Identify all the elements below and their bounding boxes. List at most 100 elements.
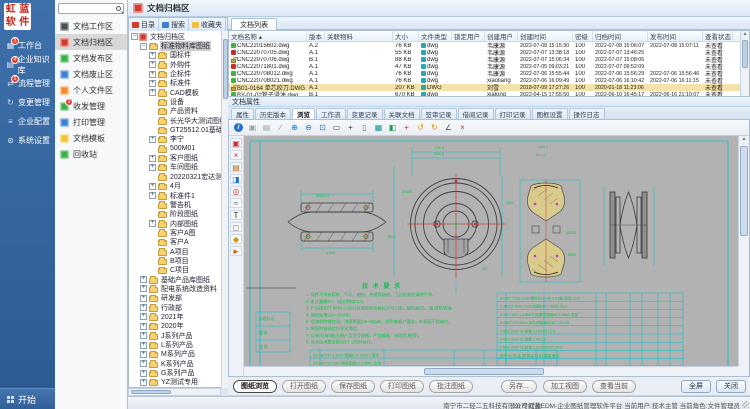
expand-icon[interactable]: + bbox=[140, 360, 147, 367]
expand-icon[interactable]: + bbox=[140, 342, 147, 349]
expand-icon[interactable]: + bbox=[149, 155, 156, 162]
close-button[interactable]: 关闭 bbox=[716, 380, 746, 393]
redline-icon[interactable]: × bbox=[230, 150, 242, 160]
expand-icon[interactable]: + bbox=[140, 304, 147, 311]
scroll-thumb[interactable] bbox=[742, 40, 748, 68]
tab-2[interactable]: 浏览 bbox=[292, 108, 315, 119]
expand-icon[interactable]: + bbox=[140, 370, 147, 377]
sidebar-item-1[interactable]: ▤企业知识库4 bbox=[0, 55, 55, 74]
expand-icon[interactable]: + bbox=[149, 71, 156, 78]
viewer-button-3[interactable]: 打印图纸 bbox=[380, 380, 424, 393]
viewer-button-2[interactable]: 保存图纸 bbox=[331, 380, 375, 393]
workspace-item-7[interactable]: 文档模板 bbox=[55, 130, 127, 146]
viewer-button-4[interactable]: 批注图纸 bbox=[429, 380, 473, 393]
page-icon[interactable]: ▯ bbox=[358, 122, 371, 134]
workspace-item-4[interactable]: 个人文件区 bbox=[55, 82, 127, 98]
sidebar-item-5[interactable]: ⊛系统设置 bbox=[0, 131, 55, 150]
tree-node[interactable]: +企标件 bbox=[129, 69, 227, 78]
expand-icon[interactable]: + bbox=[140, 323, 147, 330]
column-header-8[interactable]: 密级 bbox=[573, 31, 593, 41]
workspace-item-2[interactable]: 文档发布区 bbox=[55, 50, 127, 66]
collapse-icon[interactable]: − bbox=[140, 43, 147, 50]
expand-icon[interactable]: + bbox=[140, 351, 147, 358]
tree-node[interactable]: +K系列产品 bbox=[129, 359, 227, 368]
tree-node[interactable]: +J系列产品 bbox=[129, 331, 227, 340]
aux-button-1[interactable]: 查看当前 bbox=[592, 380, 636, 393]
column-header-10[interactable]: 发布时间 bbox=[648, 31, 703, 41]
table-vertical-scrollbar[interactable]: ▲ bbox=[740, 31, 749, 96]
tree-node[interactable]: +2020年 bbox=[129, 322, 227, 331]
tab-3[interactable]: 工作流 bbox=[316, 108, 346, 119]
tab-5[interactable]: 关联文档 bbox=[384, 108, 420, 119]
workspace-item-5[interactable]: 收发管理3 bbox=[55, 98, 127, 114]
column-header-1[interactable]: 版本 bbox=[307, 31, 325, 41]
expand-icon[interactable]: + bbox=[140, 276, 147, 283]
tree-node[interactable]: A项目 bbox=[129, 247, 227, 256]
tree-node[interactable]: 长光华大测试图纸 bbox=[129, 116, 227, 125]
sidebar-item-2[interactable]: ⇄流程管理2 bbox=[0, 74, 55, 93]
print-icon[interactable]: ▤ bbox=[260, 122, 273, 134]
column-header-6[interactable]: 创建用户 bbox=[485, 31, 518, 41]
expand-icon[interactable]: + bbox=[149, 183, 156, 190]
stamp-icon[interactable]: ▣ bbox=[230, 138, 242, 148]
edit-icon[interactable]: ∕ bbox=[274, 122, 287, 134]
resize-grip[interactable] bbox=[742, 401, 749, 408]
scroll-thumb[interactable] bbox=[131, 390, 171, 394]
table-row[interactable]: B01-0164 单芯绞刀.DWGA.1207 KBDWG刘雪2018-07-0… bbox=[229, 84, 749, 91]
move-icon[interactable]: + bbox=[400, 122, 413, 134]
close-view-icon[interactable]: × bbox=[456, 122, 469, 134]
tree-node[interactable]: +研发部 bbox=[129, 294, 227, 303]
text-markup-icon[interactable]: T bbox=[230, 210, 242, 220]
viewer-horizontal-scrollbar[interactable] bbox=[244, 366, 738, 376]
tree-node[interactable]: −文档归档区 bbox=[129, 32, 227, 41]
expand-icon[interactable]: + bbox=[149, 52, 156, 59]
sidebar-item-3[interactable]: ↻变更管理 bbox=[0, 93, 55, 112]
expand-icon[interactable]: + bbox=[149, 164, 156, 171]
expand-icon[interactable]: + bbox=[140, 285, 147, 292]
tree-node[interactable]: +内部图纸 bbox=[129, 219, 227, 228]
tab-10[interactable]: 操作日志 bbox=[569, 108, 605, 119]
tree-node[interactable]: +M系列产品 bbox=[129, 350, 227, 359]
tree-node[interactable]: −标准物料库图纸 bbox=[129, 41, 227, 50]
table-row[interactable]: CNC220708012.dwgA.176 KBdwg韦康源2022-07-06… bbox=[229, 70, 749, 77]
tree-node[interactable]: +基础产品库图纸 bbox=[129, 275, 227, 284]
column-header-2[interactable]: 关联物料 bbox=[325, 31, 393, 41]
workspace-item-1[interactable]: 文档归档区 bbox=[55, 34, 127, 50]
viewer-button-0[interactable]: 图纸浏览 bbox=[233, 380, 277, 393]
tree-node[interactable]: +标准件 bbox=[129, 79, 227, 88]
tab-7[interactable]: 借阅记录 bbox=[458, 108, 494, 119]
workspace-item-3[interactable]: 文档废止区 bbox=[55, 66, 127, 82]
tree-node[interactable]: 500M01 bbox=[129, 144, 227, 153]
column-header-7[interactable]: 创建时间 bbox=[518, 31, 573, 41]
tree-node[interactable]: +配电系统改造资料 bbox=[129, 284, 227, 293]
pan-icon[interactable]: + bbox=[344, 122, 357, 134]
erase-markup-icon[interactable]: ◻ bbox=[230, 222, 242, 232]
tree-tab-1[interactable]: 搜索 bbox=[159, 18, 189, 31]
scroll-thumb[interactable] bbox=[740, 146, 748, 236]
tree-node[interactable]: +行政部 bbox=[129, 303, 227, 312]
workspace-item-6[interactable]: 打印管理 bbox=[55, 114, 127, 130]
tree-node[interactable]: 客户A图 bbox=[129, 228, 227, 237]
aux-button-0[interactable]: 加工视图 bbox=[543, 380, 587, 393]
zoom-out-icon[interactable]: ⊖ bbox=[302, 122, 315, 134]
cloud-markup-icon[interactable]: ≈ bbox=[230, 198, 242, 208]
tree-node[interactable]: 20220321宏达测试图纸 bbox=[129, 172, 227, 181]
tree-node[interactable]: +外购件 bbox=[129, 60, 227, 69]
info-icon[interactable]: i bbox=[232, 122, 245, 134]
tree-tab-2[interactable]: 收藏夹 bbox=[189, 18, 226, 31]
viewer-button-1[interactable]: 打开图纸 bbox=[282, 380, 326, 393]
fullscreen-button[interactable]: 全屏 bbox=[681, 380, 711, 393]
expand-icon[interactable]: + bbox=[140, 379, 147, 386]
sidebar-item-4[interactable]: ≡企业配置 bbox=[0, 112, 55, 131]
tree-node[interactable]: +李宁 bbox=[129, 135, 227, 144]
tree-node[interactable]: 产品资料 bbox=[129, 107, 227, 116]
viewer-button-5[interactable]: 另存... bbox=[501, 380, 537, 393]
tab-1[interactable]: 历史版本 bbox=[255, 108, 291, 119]
tab-6[interactable]: 签审记录 bbox=[421, 108, 457, 119]
measure-icon[interactable]: ∠ bbox=[442, 122, 455, 134]
expand-icon[interactable]: + bbox=[149, 89, 156, 96]
tree-node[interactable]: C项目 bbox=[129, 266, 227, 275]
tab-8[interactable]: 打印记录 bbox=[495, 108, 531, 119]
tree-node[interactable]: 阶段图纸 bbox=[129, 210, 227, 219]
tree-node[interactable]: 客户A bbox=[129, 238, 227, 247]
